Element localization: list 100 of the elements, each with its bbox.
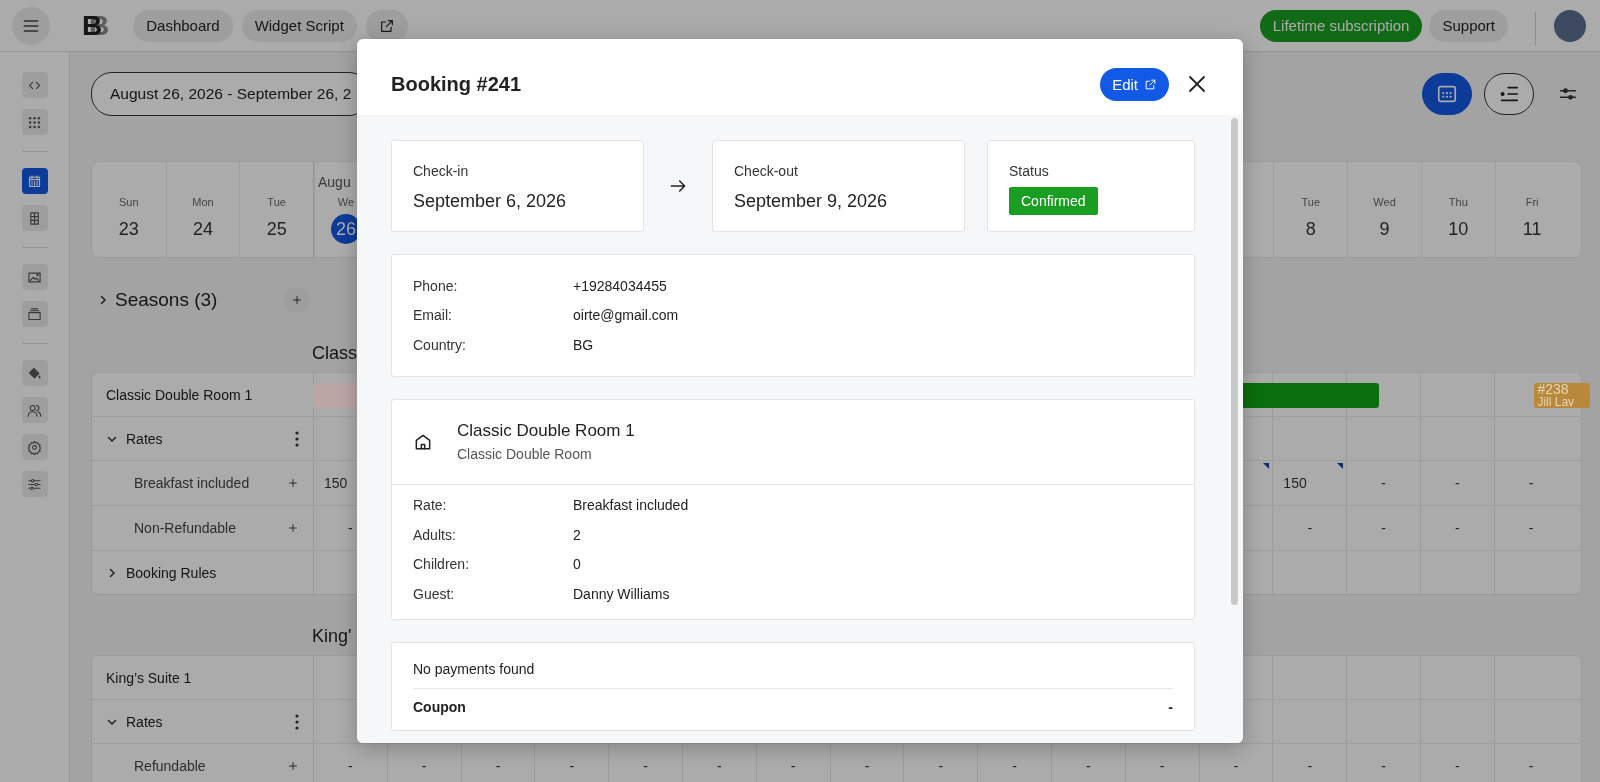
field-label: Email: [413,307,453,324]
calendar-icon [27,173,42,189]
avatar[interactable] [1554,9,1586,42]
rate-cell[interactable]: - [1346,461,1420,505]
field-label: Rate: [413,497,448,514]
rate-cell[interactable]: - [1050,744,1125,782]
coupon-value: - [1168,698,1173,715]
image-icon [27,269,42,285]
plus-icon [287,522,299,534]
dialog-title: Booking #241 [391,72,523,96]
nav-button[interactable]: Widget Script [241,9,357,42]
rate-cell[interactable]: - [829,744,904,782]
field-value: Danny Williams [573,585,670,602]
rate-cell[interactable]: - [1493,744,1568,782]
sidebar-button[interactable] [21,301,48,327]
building-icon [27,210,42,226]
field-value: oirte@gmail.com [573,307,679,324]
rate-cell[interactable]: - [386,744,461,782]
weekday-label: Sun [118,196,140,210]
field-label: Adults: [413,526,457,543]
rate-cell[interactable]: - [1272,506,1347,550]
settings-icon [27,439,42,455]
rate-cell[interactable]: - [755,744,830,782]
group-label: Rates [126,713,164,730]
rate-cell[interactable]: - [1419,744,1494,782]
view-toggle-button[interactable] [1422,73,1472,115]
sidebar-button[interactable] [21,168,48,194]
plus-icon [287,760,299,772]
view-toggle-button[interactable] [1484,73,1534,115]
rate-cell[interactable]: - [1346,744,1420,782]
menu-button[interactable] [12,6,50,45]
rate-cell[interactable]: - [682,744,756,782]
more-icon[interactable] [295,430,299,447]
sidebar-button[interactable] [21,360,48,386]
check-in-date: September 6, 2026 [413,191,568,212]
field-label: Country: [413,336,467,353]
month-label: Augu [318,174,351,190]
rate-cell[interactable]: - [313,744,387,782]
external-link-icon [1144,77,1157,91]
weekday-label: Tue [1300,196,1321,210]
support-button[interactable]: Support [1429,9,1508,42]
corner-flag-icon [1263,463,1270,469]
booking-number: #238 [1537,383,1570,396]
sidebar-button[interactable] [21,471,48,497]
add-button[interactable] [287,522,299,534]
plus-icon [287,477,299,489]
rate-cell[interactable]: - [1346,506,1420,550]
rate-cell[interactable]: - [1198,744,1273,782]
rate-cell[interactable]: - [1124,744,1199,782]
room-type: Classic Double Room [457,446,593,462]
field-value: 0 [573,556,581,573]
logo[interactable]: B [82,9,110,42]
sidebar-button[interactable] [21,264,48,290]
edit-button[interactable]: Edit [1100,67,1169,101]
date-number: 9 [1378,217,1391,241]
seasons-label: Seasons (3) [115,289,219,311]
weekday-label: Tue [266,196,287,210]
rate-cell[interactable]: - [534,744,609,782]
field-value: Breakfast included [573,497,689,514]
field-value: BG [573,336,594,353]
add-button[interactable] [287,760,299,772]
field-label: Children: [413,556,471,573]
rate-cell[interactable]: - [1493,506,1568,550]
sidebar-button[interactable] [21,109,48,135]
payments-message: No payments found [413,657,1173,689]
group-label: Rates [126,430,164,447]
rate-cell[interactable]: - [1493,461,1568,505]
rate-cell[interactable]: - [977,744,1051,782]
rate-cell[interactable]: - [608,744,682,782]
rate-cell[interactable]: - [1419,506,1494,550]
grid-icon [27,114,42,130]
rate-cell[interactable]: - [460,744,535,782]
room-name: Classic Double Room 1 [457,421,635,441]
add-button[interactable] [287,477,299,489]
rate-name: Breakfast included [134,475,251,491]
paint-bucket-icon [27,365,42,381]
sidebar-button[interactable] [21,397,48,423]
check-out-label: Check-out [734,163,799,179]
rate-name: Refundable [134,758,207,774]
sidebar-button[interactable] [21,205,48,231]
rate-cell[interactable]: - [1419,461,1494,505]
field-value: 2 [573,526,581,543]
sidebar-button[interactable] [21,434,48,460]
weekday-label: Wed [1372,196,1397,210]
date-number: 8 [1304,217,1317,241]
nav-button[interactable]: Dashboard [133,9,233,42]
external-link-icon [378,17,395,34]
room-name: King’s Suite 1 [106,669,193,686]
sliders-icon [27,476,42,492]
rate-cell[interactable]: - [1272,744,1347,782]
field-value: +19284034455 [573,277,667,294]
weekday-label: We [336,196,356,210]
rate-cell[interactable]: - [903,744,978,782]
more-icon[interactable] [295,713,299,730]
weekday-label: Fri [1524,196,1540,210]
rate-cell[interactable]: 150 [1272,461,1347,505]
scrollbar[interactable] [1231,118,1238,605]
add-season-button[interactable] [284,287,310,313]
room-name: Classic Double Room 1 [106,386,254,403]
external-link-button[interactable] [365,9,408,42]
